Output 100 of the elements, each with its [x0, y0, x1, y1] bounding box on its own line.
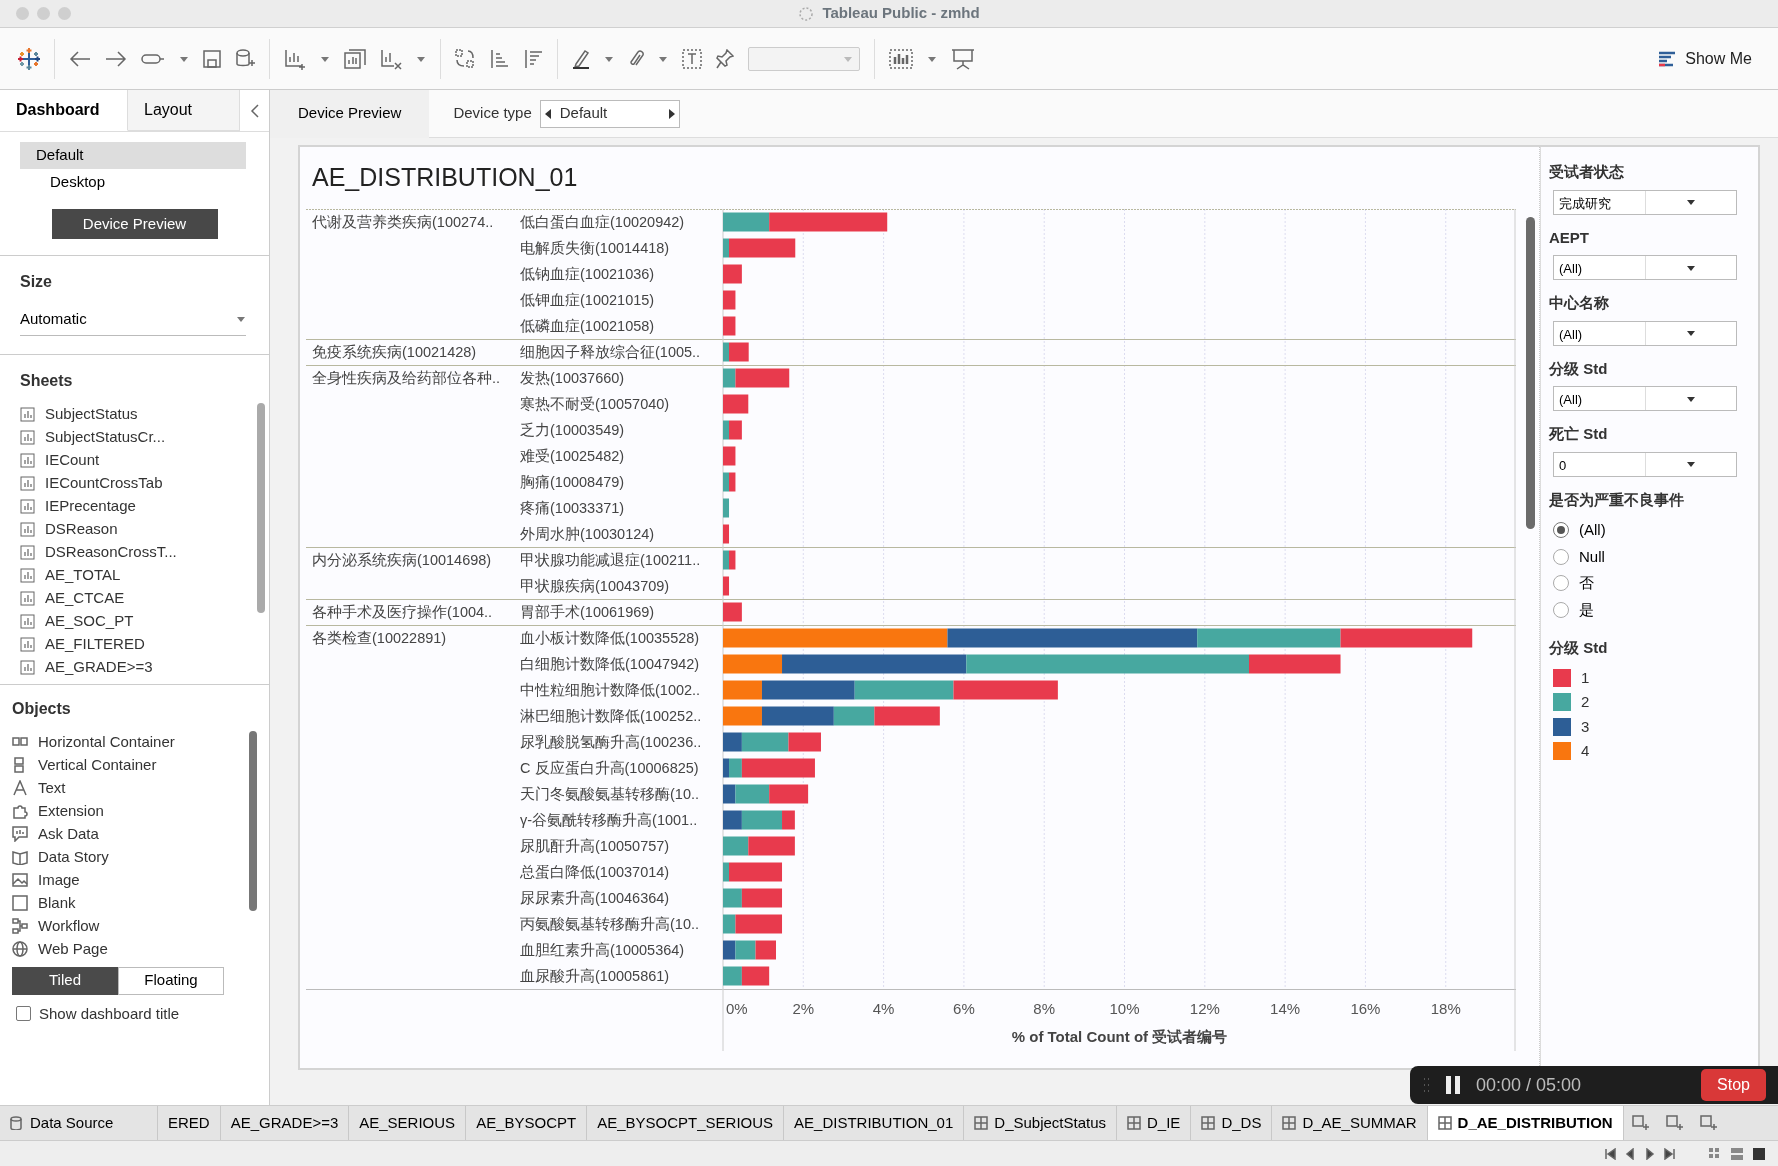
- duplicate-sheet-icon[interactable]: [344, 48, 366, 69]
- bar-segment[interactable]: [735, 940, 756, 960]
- size-dropdown[interactable]: Automatic: [20, 304, 246, 336]
- bar-segment[interactable]: [723, 342, 729, 362]
- sheet-item[interactable]: IEPrecentage: [45, 494, 136, 518]
- sheet-item[interactable]: AE_FILTERED: [45, 632, 145, 656]
- last-page-icon[interactable]: [1664, 1147, 1676, 1160]
- object-item[interactable]: Blank: [38, 891, 76, 915]
- caret-icon[interactable]: [658, 54, 668, 63]
- bar-segment[interactable]: [874, 706, 940, 726]
- bar-segment[interactable]: [723, 420, 729, 440]
- bar-segment[interactable]: [769, 212, 888, 232]
- bar-chart-icon[interactable]: [889, 48, 913, 69]
- bar-segment[interactable]: [723, 940, 736, 960]
- bar-segment[interactable]: [741, 888, 782, 908]
- left-arrow-icon[interactable]: [543, 108, 552, 119]
- bar-segment[interactable]: [729, 420, 742, 440]
- sheet-item[interactable]: AE_GRADE>=3: [45, 655, 153, 679]
- drag-handle-icon[interactable]: [1422, 1077, 1430, 1093]
- caret-icon[interactable]: [604, 54, 614, 63]
- sort-ascending-icon[interactable]: [489, 48, 509, 69]
- bar-segment[interactable]: [723, 836, 749, 856]
- bar-segment[interactable]: [741, 810, 782, 830]
- bar-segment[interactable]: [782, 654, 967, 674]
- bar-segment[interactable]: [782, 810, 795, 830]
- panel-tab[interactable]: Layout: [128, 90, 240, 131]
- sheet-tab[interactable]: D_AE_DISTRIBUTION: [1427, 1106, 1624, 1140]
- dropdown-field[interactable]: [748, 46, 860, 71]
- sort-descending-icon[interactable]: [523, 48, 543, 69]
- scrollbar-thumb[interactable]: [249, 730, 257, 911]
- sheet-item[interactable]: AE_CTCAE: [45, 586, 125, 610]
- bar-segment[interactable]: [723, 394, 749, 414]
- bar-segment[interactable]: [723, 290, 736, 310]
- bar-segment[interactable]: [723, 602, 742, 622]
- caret-icon[interactable]: [416, 54, 426, 63]
- device-type-stepper[interactable]: Default: [539, 99, 680, 128]
- bar-segment[interactable]: [723, 784, 736, 804]
- bar-segment[interactable]: [953, 680, 1058, 700]
- save-icon[interactable]: [203, 49, 221, 68]
- device-preview-button[interactable]: Device Preview: [51, 209, 218, 239]
- radio-option[interactable]: (All): [1549, 517, 1610, 544]
- bar-segment[interactable]: [723, 576, 729, 596]
- scrollbar-thumb[interactable]: [1526, 217, 1535, 529]
- device-preview-tab[interactable]: Device Preview: [270, 89, 430, 138]
- bar-segment[interactable]: [735, 784, 770, 804]
- bar-segment[interactable]: [723, 550, 729, 570]
- object-item[interactable]: Image: [38, 868, 80, 892]
- bar-segment[interactable]: [723, 212, 770, 232]
- window-control[interactable]: [58, 7, 71, 20]
- pin-icon[interactable]: [716, 48, 734, 69]
- bar-segment[interactable]: [723, 316, 736, 336]
- caret-icon[interactable]: [927, 54, 937, 63]
- filmstrip-view-icon[interactable]: [1752, 1146, 1766, 1161]
- caret-icon[interactable]: [179, 54, 189, 63]
- object-item[interactable]: Extension: [38, 799, 104, 823]
- bar-segment[interactable]: [723, 966, 742, 986]
- filter-dropdown[interactable]: (All): [1553, 386, 1737, 411]
- bar-segment[interactable]: [741, 732, 789, 752]
- object-item[interactable]: Web Page: [38, 937, 108, 961]
- bar-segment[interactable]: [1340, 628, 1473, 648]
- bar-segment[interactable]: [729, 342, 749, 362]
- list-view-icon[interactable]: [1730, 1146, 1744, 1161]
- bar-segment[interactable]: [735, 914, 782, 934]
- bar-segment[interactable]: [729, 862, 782, 882]
- bar-segment[interactable]: [723, 654, 782, 674]
- clear-sheet-icon[interactable]: [380, 47, 402, 70]
- layout-mode-toggle[interactable]: Tiled: [12, 966, 118, 995]
- grid-view-icon[interactable]: [1708, 1146, 1722, 1161]
- bar-segment[interactable]: [729, 550, 736, 570]
- back-arrow-icon[interactable]: [69, 49, 91, 68]
- window-control[interactable]: [16, 7, 29, 20]
- presentation-icon[interactable]: [951, 47, 975, 70]
- bar-segment[interactable]: [748, 836, 795, 856]
- caret-icon[interactable]: [320, 54, 330, 63]
- forward-arrow-icon[interactable]: [105, 49, 127, 68]
- collapse-icon[interactable]: [249, 103, 260, 118]
- bar-segment[interactable]: [761, 680, 855, 700]
- sheet-item[interactable]: AE_SOC_PT: [45, 609, 134, 633]
- bar-segment[interactable]: [735, 368, 790, 388]
- new-story-icon[interactable]: [1699, 1115, 1718, 1131]
- bar-segment[interactable]: [1197, 628, 1341, 648]
- first-page-icon[interactable]: [1604, 1147, 1616, 1160]
- bar-segment[interactable]: [761, 706, 834, 726]
- sheet-item[interactable]: SubjectStatusCr...: [45, 425, 166, 449]
- bar-segment[interactable]: [723, 862, 729, 882]
- previous-page-icon[interactable]: [1624, 1147, 1636, 1160]
- sheet-item[interactable]: IECount: [45, 448, 100, 472]
- new-worksheet-icon[interactable]: [1631, 1115, 1650, 1131]
- filter-dropdown[interactable]: (All): [1553, 320, 1737, 346]
- sheet-item[interactable]: SubjectStatus: [45, 402, 138, 426]
- filter-dropdown[interactable]: 0: [1553, 451, 1737, 477]
- bar-segment[interactable]: [729, 238, 796, 258]
- new-worksheet-icon[interactable]: [284, 47, 306, 70]
- filter-dropdown[interactable]: 完成研究: [1553, 189, 1737, 215]
- device-item[interactable]: Default: [20, 142, 246, 169]
- checkbox[interactable]: [16, 1006, 31, 1022]
- sheet-item[interactable]: AE_TOTAL: [45, 563, 121, 587]
- bar-segment[interactable]: [723, 264, 742, 284]
- bar-segment[interactable]: [723, 446, 736, 466]
- object-item[interactable]: Horizontal Container: [38, 730, 175, 754]
